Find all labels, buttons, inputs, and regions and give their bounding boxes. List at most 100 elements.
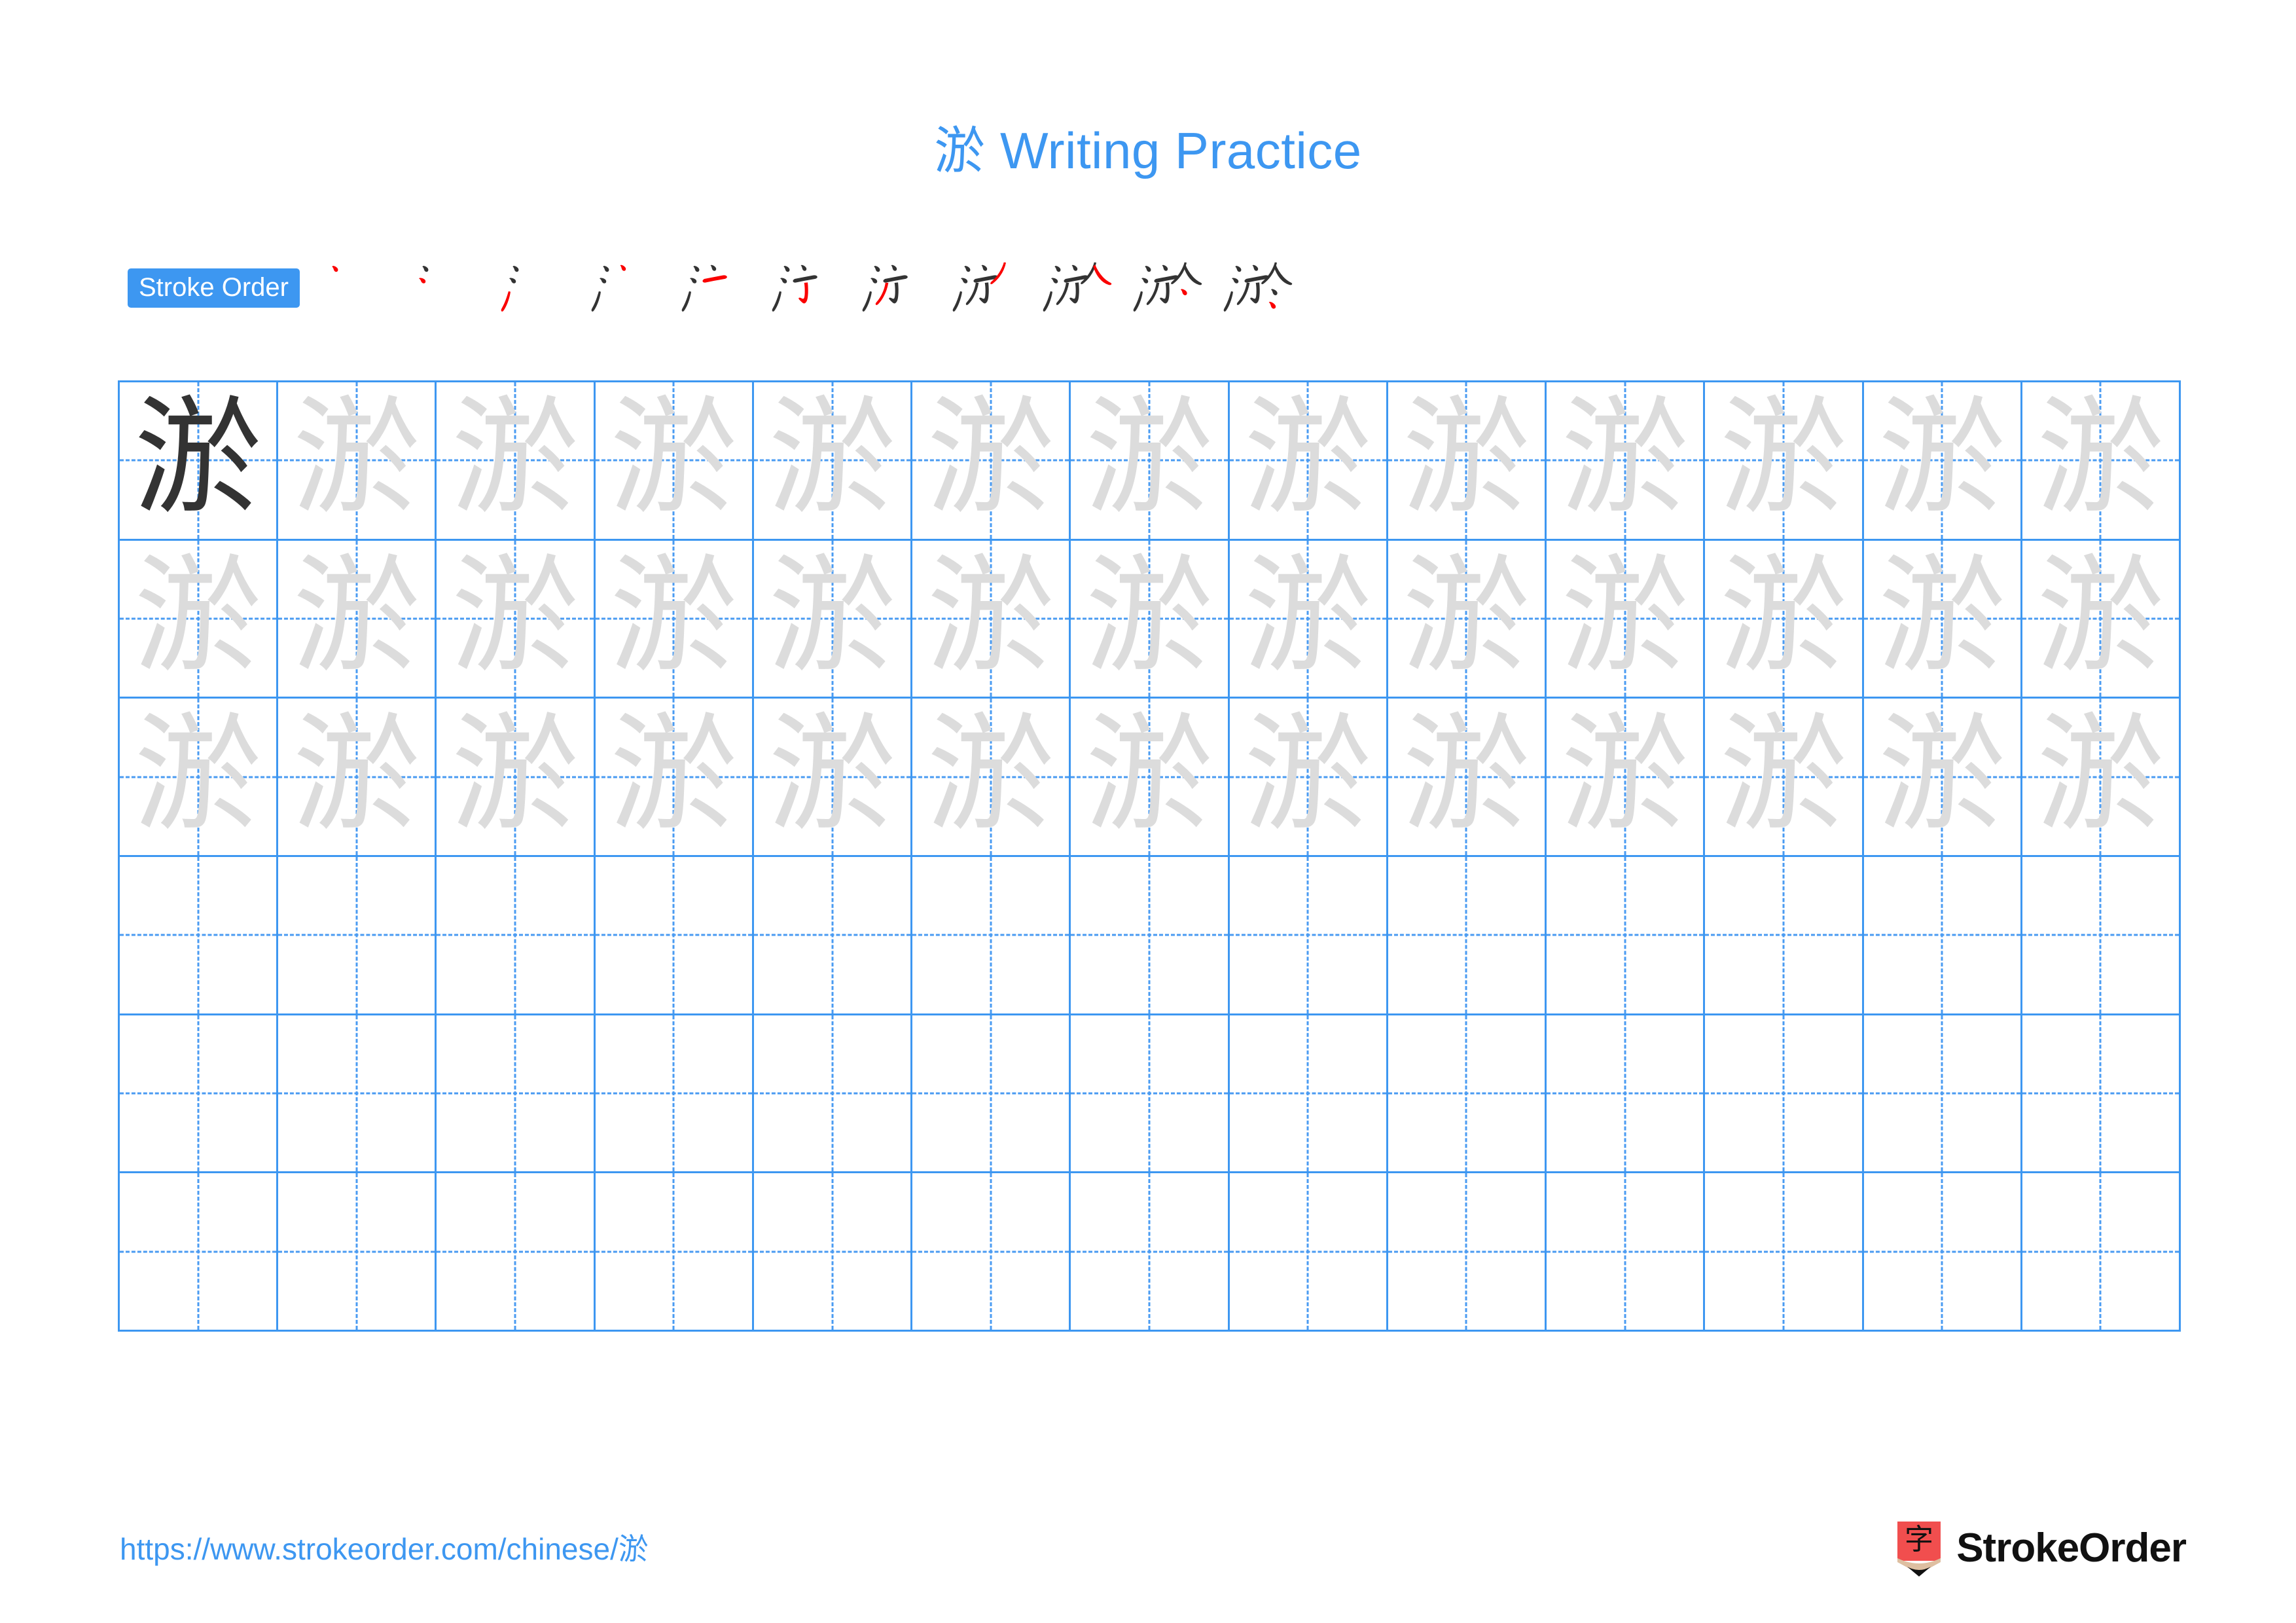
grid-cell-r1-c13[interactable]: 淤 bbox=[2022, 382, 2181, 541]
grid-cell-r1-c5[interactable]: 淤 bbox=[753, 382, 913, 541]
stroke-order-section: Stroke Order bbox=[128, 252, 1308, 324]
grid-cell-r3-c7[interactable]: 淤 bbox=[1071, 699, 1230, 857]
worksheet-page: 淤 Writing Practice Stroke Order 淤淤淤淤淤淤淤淤… bbox=[0, 0, 2296, 1623]
grid-cell-r2-c10[interactable]: 淤 bbox=[1547, 540, 1706, 699]
grid-cell-r3-c12[interactable]: 淤 bbox=[1863, 699, 2022, 857]
grid-cell-r3-c9[interactable]: 淤 bbox=[1388, 699, 1547, 857]
stroke-step-glyph bbox=[1133, 262, 1202, 312]
page-title: 淤 Writing Practice bbox=[934, 122, 1362, 179]
grid-cell-r3-c8[interactable]: 淤 bbox=[1229, 699, 1388, 857]
grid-cell-r1-c7[interactable]: 淤 bbox=[1071, 382, 1230, 541]
stroke-step-3 bbox=[495, 249, 585, 327]
grid-cell-r1-c2[interactable]: 淤 bbox=[278, 382, 437, 541]
grid-cell-r3-c10[interactable]: 淤 bbox=[1547, 699, 1706, 857]
model-character: 淤 bbox=[134, 384, 262, 534]
grid-cell-r2-c12[interactable]: 淤 bbox=[1863, 540, 2022, 699]
grid-cell-r6-c10[interactable] bbox=[1547, 1173, 1706, 1332]
grid-cell-r5-c11[interactable] bbox=[1705, 1015, 1864, 1174]
grid-cell-r1-c1[interactable]: 淤 bbox=[120, 382, 279, 541]
grid-cell-r1-c3[interactable]: 淤 bbox=[437, 382, 596, 541]
grid-cell-r3-c6[interactable]: 淤 bbox=[912, 699, 1071, 857]
stroke-order-badge: Stroke Order bbox=[128, 268, 300, 308]
grid-cell-r2-c1[interactable]: 淤 bbox=[120, 540, 279, 699]
grid-cell-r1-c12[interactable]: 淤 bbox=[1863, 382, 2022, 541]
grid-cell-r6-c12[interactable] bbox=[1863, 1173, 2022, 1332]
grid-cell-r6-c8[interactable] bbox=[1229, 1173, 1388, 1332]
grid-cell-r4-c3[interactable] bbox=[437, 857, 596, 1015]
grid-cell-r6-c6[interactable] bbox=[912, 1173, 1071, 1332]
trace-character: 淤 bbox=[1719, 541, 1848, 691]
grid-cell-r5-c4[interactable] bbox=[595, 1015, 754, 1174]
grid-cell-r4-c13[interactable] bbox=[2022, 857, 2181, 1015]
grid-cell-r2-c4[interactable]: 淤 bbox=[595, 540, 754, 699]
grid-cell-r4-c4[interactable] bbox=[595, 857, 754, 1015]
grid-cell-r4-c7[interactable] bbox=[1071, 857, 1230, 1015]
grid-cell-r5-c7[interactable] bbox=[1071, 1015, 1230, 1174]
grid-cell-r4-c2[interactable] bbox=[278, 857, 437, 1015]
grid-cell-r2-c2[interactable]: 淤 bbox=[278, 540, 437, 699]
grid-cell-r2-c11[interactable]: 淤 bbox=[1705, 540, 1864, 699]
trace-character: 淤 bbox=[1878, 384, 2007, 534]
grid-cell-r5-c8[interactable] bbox=[1229, 1015, 1388, 1174]
grid-cell-r4-c1[interactable] bbox=[120, 857, 279, 1015]
grid-cell-r5-c9[interactable] bbox=[1388, 1015, 1547, 1174]
grid-cell-r2-c3[interactable]: 淤 bbox=[437, 540, 596, 699]
grid-cell-r1-c4[interactable]: 淤 bbox=[595, 382, 754, 541]
grid-cell-r5-c2[interactable] bbox=[278, 1015, 437, 1174]
grid-cell-r6-c11[interactable] bbox=[1705, 1173, 1864, 1332]
grid-cell-r6-c3[interactable] bbox=[437, 1173, 596, 1332]
grid-cell-r5-c12[interactable] bbox=[1863, 1015, 2022, 1174]
grid-cell-r6-c9[interactable] bbox=[1388, 1173, 1547, 1332]
grid-cell-r2-c6[interactable]: 淤 bbox=[912, 540, 1071, 699]
trace-character: 淤 bbox=[1244, 700, 1372, 850]
grid-cell-r2-c13[interactable]: 淤 bbox=[2022, 540, 2181, 699]
grid-cell-r6-c13[interactable] bbox=[2022, 1173, 2181, 1332]
grid-cell-r4-c8[interactable] bbox=[1229, 857, 1388, 1015]
grid-cell-r4-c9[interactable] bbox=[1388, 857, 1547, 1015]
grid-cell-r6-c7[interactable] bbox=[1071, 1173, 1230, 1332]
grid-cell-r1-c8[interactable]: 淤 bbox=[1229, 382, 1388, 541]
grid-cell-r3-c4[interactable]: 淤 bbox=[595, 699, 754, 857]
stroke-step-10 bbox=[1127, 249, 1217, 327]
grid-cell-r5-c10[interactable] bbox=[1547, 1015, 1706, 1174]
grid-cell-r3-c2[interactable]: 淤 bbox=[278, 699, 437, 857]
grid-cell-r3-c13[interactable]: 淤 bbox=[2022, 699, 2181, 857]
grid-cell-r6-c5[interactable] bbox=[753, 1173, 913, 1332]
stroke-step-9 bbox=[1037, 249, 1127, 327]
grid-cell-r3-c1[interactable]: 淤 bbox=[120, 699, 279, 857]
grid-cell-r3-c11[interactable]: 淤 bbox=[1705, 699, 1864, 857]
grid-cell-r6-c2[interactable] bbox=[278, 1173, 437, 1332]
grid-cell-r4-c12[interactable] bbox=[1863, 857, 2022, 1015]
grid-cell-r4-c11[interactable] bbox=[1705, 857, 1864, 1015]
grid-cell-r6-c4[interactable] bbox=[595, 1173, 754, 1332]
grid-cell-r2-c9[interactable]: 淤 bbox=[1388, 540, 1547, 699]
grid-cell-r2-c5[interactable]: 淤 bbox=[753, 540, 913, 699]
brand-logo-group[interactable]: 字 StrokeOrder bbox=[1895, 1518, 2187, 1578]
grid-cell-r4-c6[interactable] bbox=[912, 857, 1071, 1015]
grid-cell-r1-c11[interactable]: 淤 bbox=[1705, 382, 1864, 541]
stroke-step-glyph bbox=[332, 266, 338, 272]
grid-cell-r5-c3[interactable] bbox=[437, 1015, 596, 1174]
trace-character: 淤 bbox=[1878, 541, 2007, 691]
pencil-logo-icon: 字 bbox=[1895, 1518, 1943, 1578]
grid-cell-r5-c1[interactable] bbox=[120, 1015, 279, 1174]
trace-character: 淤 bbox=[1878, 700, 2007, 850]
grid-cell-r1-c9[interactable]: 淤 bbox=[1388, 382, 1547, 541]
grid-cell-r3-c3[interactable]: 淤 bbox=[437, 699, 596, 857]
grid-cell-r2-c7[interactable]: 淤 bbox=[1071, 540, 1230, 699]
grid-cell-r1-c10[interactable]: 淤 bbox=[1547, 382, 1706, 541]
grid-cell-r5-c13[interactable] bbox=[2022, 1015, 2181, 1174]
grid-cell-r5-c6[interactable] bbox=[912, 1015, 1071, 1174]
grid-cell-r4-c5[interactable] bbox=[753, 857, 913, 1015]
grid-cell-r3-c5[interactable]: 淤 bbox=[753, 699, 913, 857]
trace-character: 淤 bbox=[2036, 384, 2165, 534]
trace-character: 淤 bbox=[1402, 384, 1531, 534]
footer-url[interactable]: https://www.strokeorder.com/chinese/淤 bbox=[120, 1525, 649, 1569]
stroke-step-glyph bbox=[1043, 262, 1112, 312]
grid-cell-r1-c6[interactable]: 淤 bbox=[912, 382, 1071, 541]
grid-cell-r6-c1[interactable] bbox=[120, 1173, 279, 1332]
grid-cell-r4-c10[interactable] bbox=[1547, 857, 1706, 1015]
grid-cell-r5-c5[interactable] bbox=[753, 1015, 913, 1174]
grid-cell-r2-c8[interactable]: 淤 bbox=[1229, 540, 1388, 699]
trace-character: 淤 bbox=[1085, 541, 1213, 691]
